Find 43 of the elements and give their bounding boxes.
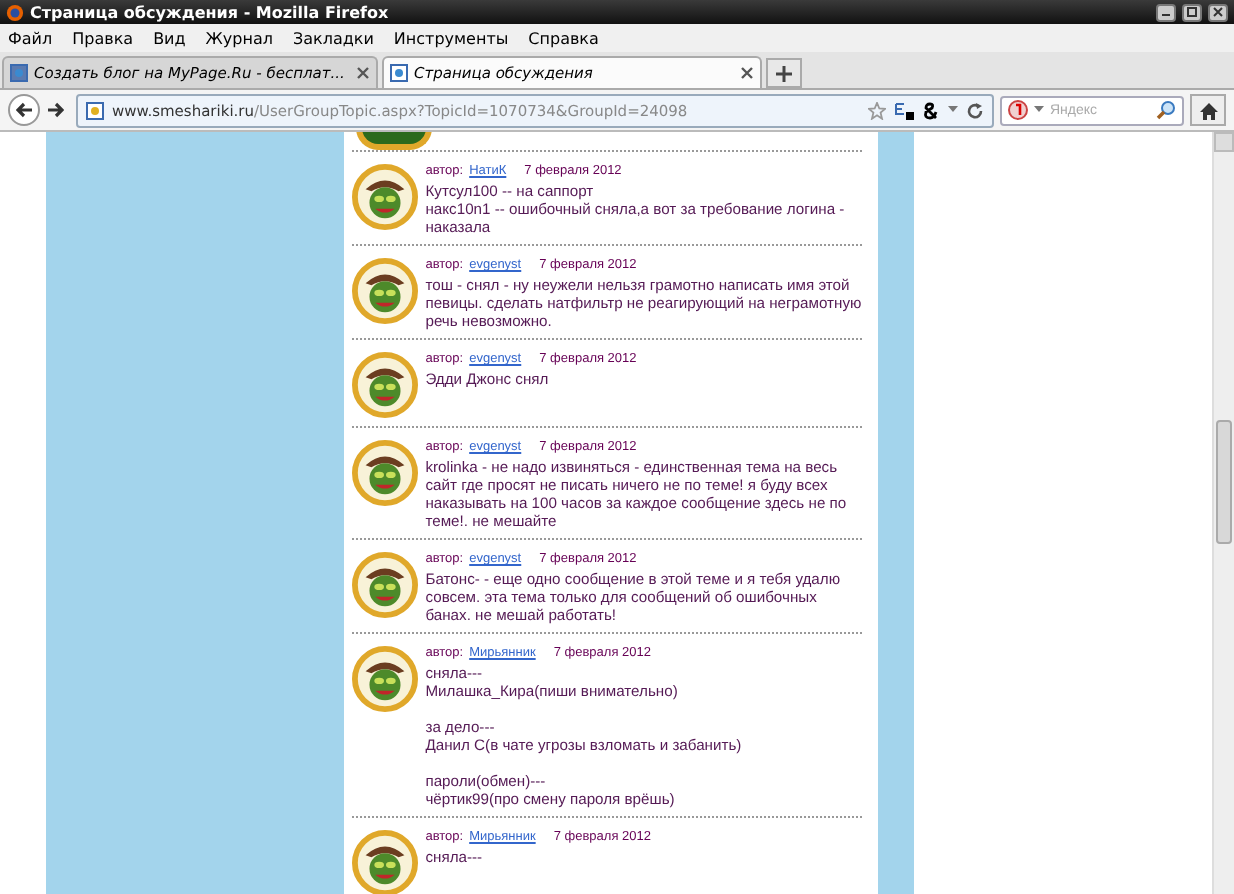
site-icon bbox=[86, 101, 104, 119]
maximize-icon bbox=[1186, 6, 1198, 18]
menu-item[interactable]: Справка bbox=[528, 29, 599, 47]
scroll-thumb[interactable] bbox=[1216, 420, 1232, 544]
window-title: Страница обсуждения - Mozilla Firefox bbox=[30, 3, 391, 21]
back-arrow-icon bbox=[15, 102, 33, 118]
close-icon bbox=[1212, 6, 1224, 18]
new-tab-button[interactable] bbox=[766, 58, 802, 88]
avatar-icon bbox=[351, 552, 418, 618]
menu-item[interactable]: Правка bbox=[72, 29, 134, 47]
minimize-button[interactable] bbox=[1156, 3, 1176, 21]
plus-icon bbox=[776, 65, 792, 81]
reload-icon[interactable] bbox=[966, 101, 984, 119]
avatar-icon bbox=[351, 440, 418, 506]
menu-item[interactable]: Закладки bbox=[292, 29, 374, 47]
scrollbar[interactable] bbox=[1212, 132, 1234, 894]
avatar-icon bbox=[351, 352, 418, 418]
avatar-icon bbox=[351, 258, 418, 324]
back-button[interactable] bbox=[8, 94, 40, 126]
menu-item[interactable]: Файл bbox=[8, 29, 53, 47]
avatar-icon bbox=[351, 164, 418, 230]
menu-item[interactable]: Журнал bbox=[205, 29, 273, 47]
home-icon bbox=[1199, 101, 1217, 119]
menu-item[interactable]: Вид bbox=[153, 29, 186, 47]
close-button[interactable] bbox=[1208, 3, 1228, 21]
dropdown-icon[interactable] bbox=[1034, 106, 1044, 114]
forward-arrow-icon bbox=[46, 102, 64, 118]
avatar-icon bbox=[355, 132, 432, 150]
menu-item[interactable]: Инструменты bbox=[393, 29, 509, 47]
dropdown-icon[interactable] bbox=[948, 106, 958, 114]
star-icon[interactable] bbox=[868, 101, 886, 119]
home-button[interactable] bbox=[1190, 94, 1226, 126]
ampersand-icon[interactable] bbox=[922, 101, 940, 119]
close-icon[interactable] bbox=[740, 66, 754, 80]
site-icon bbox=[10, 64, 28, 82]
translate-icon[interactable] bbox=[894, 101, 914, 119]
forward-button[interactable] bbox=[46, 98, 70, 122]
avatar-icon bbox=[351, 830, 418, 894]
search-icon[interactable] bbox=[1156, 100, 1176, 120]
maximize-button[interactable] bbox=[1182, 3, 1202, 21]
avatar-icon bbox=[351, 646, 418, 712]
site-icon bbox=[390, 64, 408, 82]
close-icon[interactable] bbox=[356, 66, 370, 80]
